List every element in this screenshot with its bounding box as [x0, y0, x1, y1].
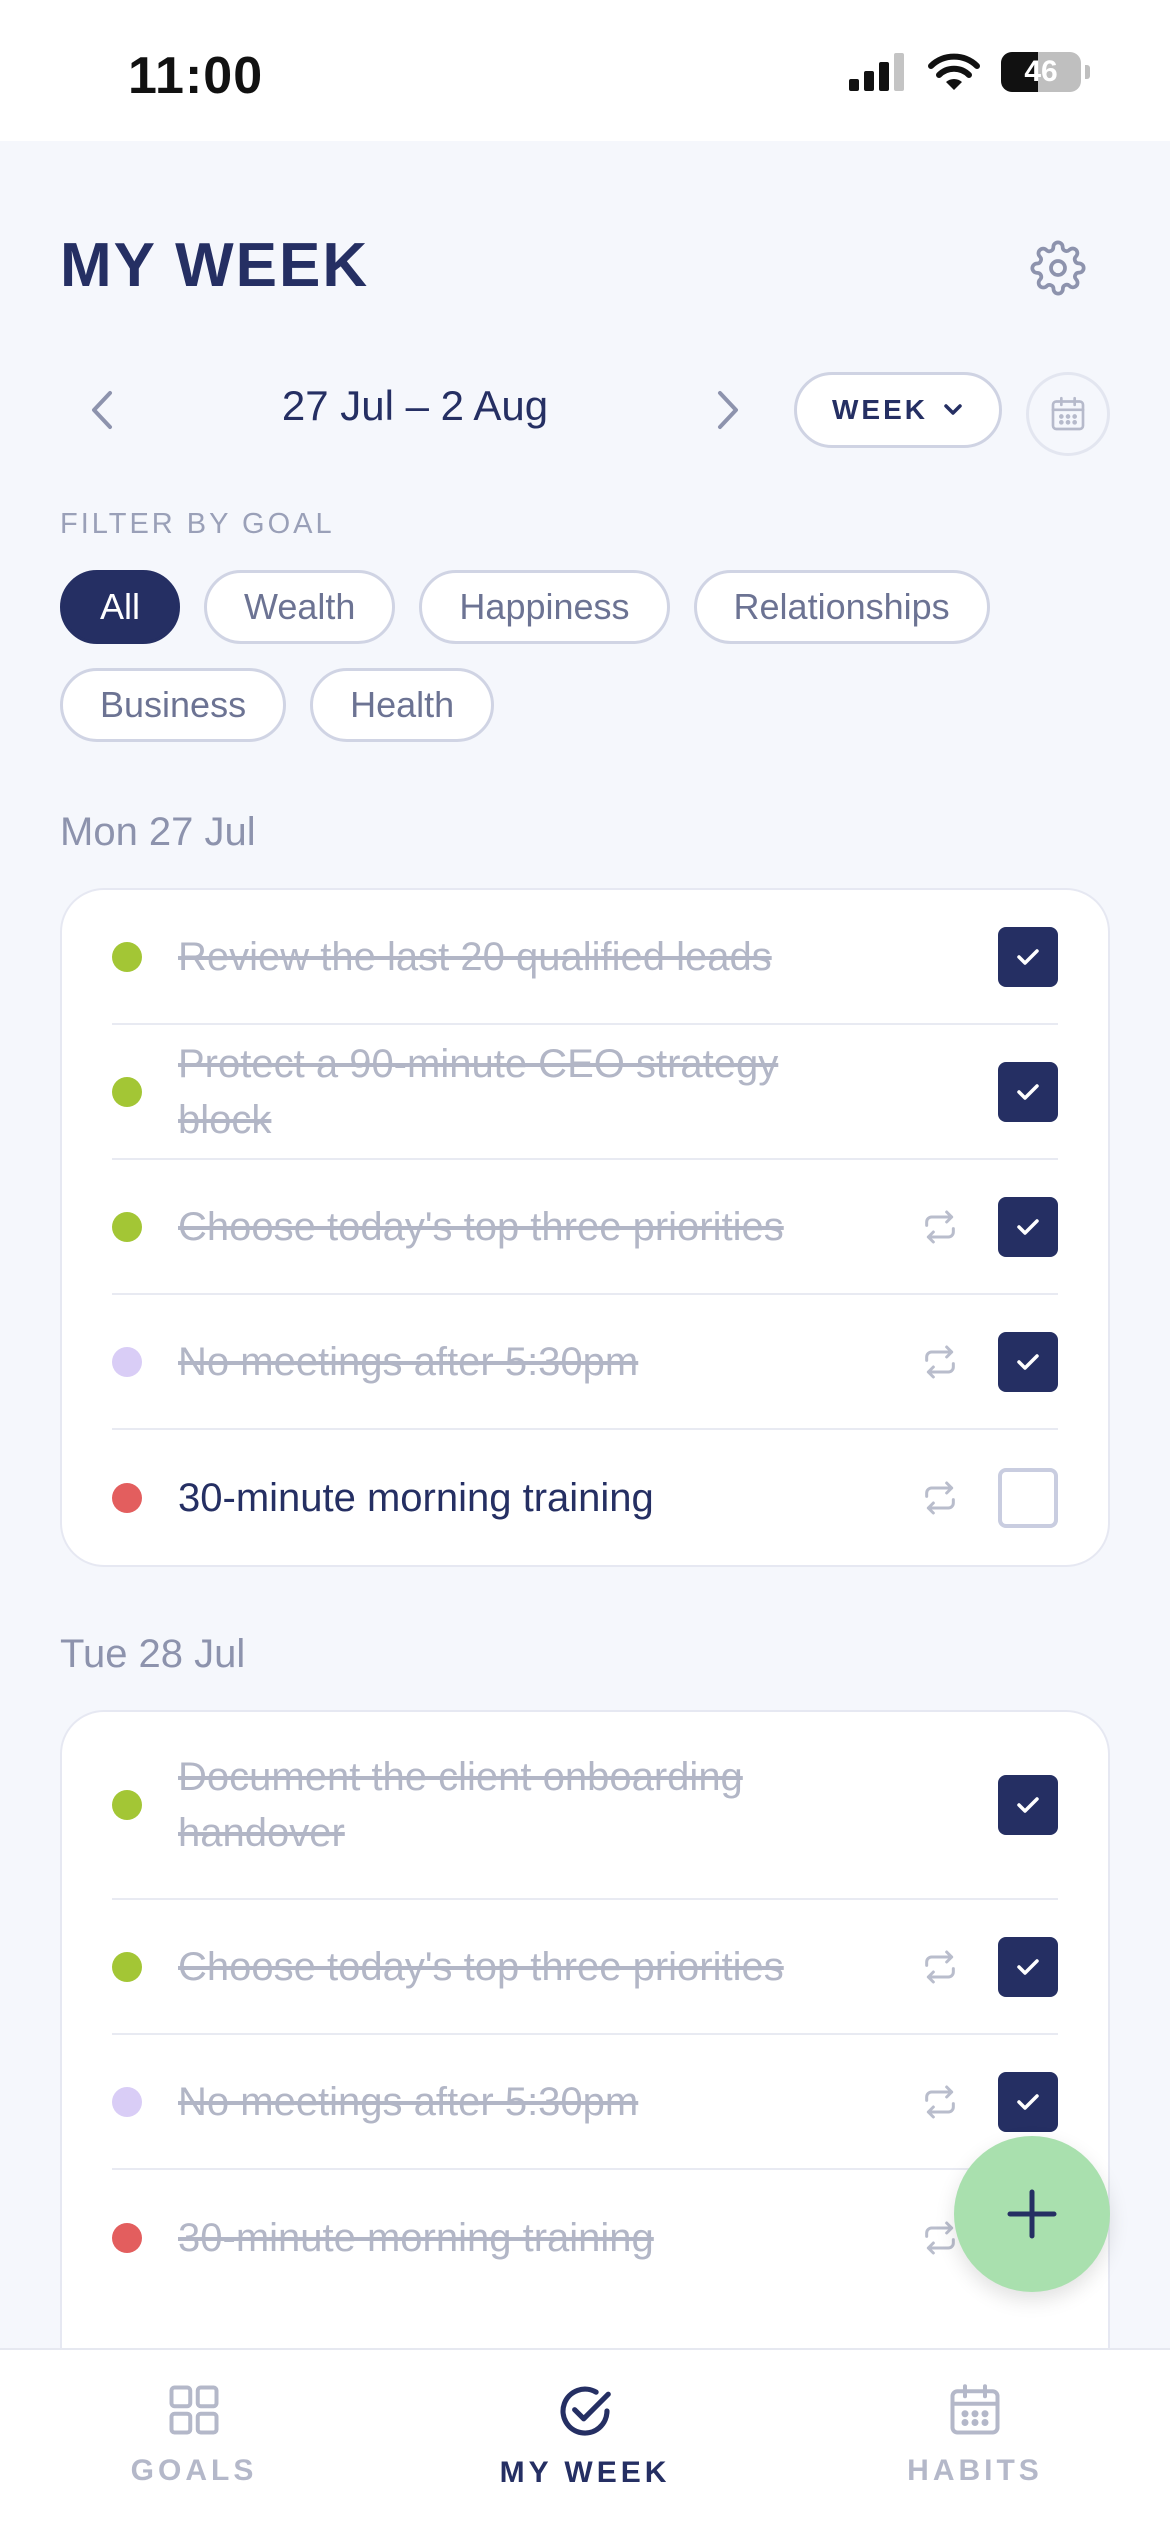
task-text: Document the client onboarding handover — [178, 1755, 743, 1855]
checkmark-icon — [1017, 2093, 1039, 2110]
tab-my-week[interactable]: MY WEEK — [435, 2380, 735, 2490]
goal-color-dot — [112, 1211, 142, 1242]
checkbox-checked[interactable] — [998, 1775, 1058, 1835]
tab-goals[interactable]: GOALS — [44, 2380, 344, 2488]
day-card: Review the last 20 qualified leads Protec… — [60, 888, 1110, 1567]
goal-color-dot — [112, 1076, 142, 1107]
checkbox-checked[interactable] — [998, 926, 1058, 987]
repeat-icon — [925, 1210, 955, 1243]
checkmark-icon — [1017, 1958, 1039, 1975]
day-label: Tue 28 Jul — [60, 1632, 246, 1676]
checkbox-checked[interactable] — [998, 2071, 1058, 2132]
calendar-icon — [1051, 396, 1085, 431]
task-row[interactable]: 30-minute morning training — [112, 2170, 1058, 2305]
tab-goals-label: GOALS — [130, 2454, 258, 2487]
task-text: Review the last 20 qualified leads — [178, 934, 772, 979]
checkbox-checked[interactable] — [998, 1196, 1058, 1257]
tab-my-week-label: MY WEEK — [499, 2456, 671, 2489]
plus-icon — [1007, 2189, 1057, 2239]
checkbox-checked[interactable] — [998, 1061, 1058, 1122]
checkmark-icon — [1017, 948, 1039, 965]
chip-business[interactable]: Business — [60, 668, 287, 742]
chip-happiness[interactable]: Happiness — [419, 570, 670, 644]
tab-habits-label: HABITS — [907, 2454, 1043, 2487]
goal-color-dot — [112, 2222, 142, 2253]
battery-cap — [1085, 65, 1090, 79]
date-range: 27 Jul – 2 Aug — [281, 382, 549, 429]
chip-health[interactable]: Health — [310, 668, 495, 742]
repeat-icon — [925, 1950, 955, 1983]
repeat-icon — [925, 2085, 955, 2118]
checkbox-checked[interactable] — [998, 1936, 1058, 1997]
goal-color-dot — [112, 1790, 142, 1820]
task-row[interactable]: Review the last 20 qualified leads — [112, 890, 1058, 1025]
chevron-down-icon — [944, 404, 962, 415]
battery-icon: 46 — [1001, 52, 1081, 92]
checkmark-icon — [1017, 1353, 1039, 1370]
status-bar: 11:00 46 — [0, 0, 1170, 141]
checkmark-icon — [1017, 1797, 1039, 1813]
goal-color-dot — [112, 1482, 142, 1513]
period-label: WEEK — [832, 394, 928, 425]
task-row[interactable]: Protect a 90-minute CEO strategy block — [112, 1025, 1058, 1160]
repeat-icon — [925, 1481, 955, 1514]
day-card: Document the client onboarding handover C… — [60, 1710, 1110, 2430]
bottom-tab-bar: GOALS MY WEEK HABITS — [0, 2348, 1170, 2532]
gear-icon[interactable] — [1030, 240, 1086, 296]
signal-icon — [849, 53, 904, 91]
chip-relationships[interactable]: Relationships — [693, 570, 990, 644]
goal-color-dot — [112, 1951, 142, 1982]
goal-filter-chips: All Wealth Happiness Relationships Busin… — [60, 570, 1120, 742]
task-row[interactable]: Choose today's top three priorities — [112, 1900, 1058, 2035]
status-icons: 46 — [849, 52, 1090, 92]
task-row[interactable]: No meetings after 5:30pm — [112, 1295, 1058, 1430]
status-time: 11:00 — [128, 47, 264, 105]
day-label: Mon 27 Jul — [60, 810, 256, 854]
page-title: MY WEEK — [60, 231, 370, 300]
filter-label: FILTER BY GOAL — [60, 508, 335, 540]
calendar-button[interactable] — [1026, 372, 1110, 456]
repeat-icon — [925, 1345, 955, 1378]
goal-color-dot — [112, 2086, 142, 2117]
goal-color-dot — [112, 941, 142, 972]
task-text: Protect a 90-minute CEO strategy block — [178, 1041, 779, 1142]
checkbox-checked[interactable] — [998, 1331, 1058, 1392]
chevron-left-icon[interactable] — [82, 385, 122, 435]
tab-habits[interactable]: HABITS — [825, 2380, 1125, 2488]
task-row[interactable]: Document the client onboarding handover — [112, 1712, 1058, 1900]
chevron-right-icon[interactable] — [708, 385, 748, 435]
checkbox-unchecked[interactable] — [998, 1467, 1058, 1528]
task-row[interactable]: 30-minute morning training — [112, 1430, 1058, 1565]
goal-color-dot — [112, 1346, 142, 1377]
task-row[interactable]: No meetings after 5:30pm — [112, 2035, 1058, 2170]
battery-level: 46 — [1024, 55, 1058, 88]
task-row[interactable]: Choose today's top three priorities — [112, 1160, 1058, 1295]
calendar-icon — [950, 2384, 1000, 2435]
grid-icon — [169, 2385, 219, 2435]
check-circle-icon — [560, 2386, 611, 2436]
checkmark-icon — [1017, 1218, 1039, 1235]
wifi-icon — [928, 53, 980, 90]
chip-wealth[interactable]: Wealth — [204, 570, 396, 644]
add-task-button[interactable] — [954, 2136, 1110, 2292]
period-dropdown[interactable]: WEEK — [794, 372, 1002, 448]
checkmark-icon — [1017, 1083, 1039, 1100]
chip-all[interactable]: All — [60, 570, 181, 644]
